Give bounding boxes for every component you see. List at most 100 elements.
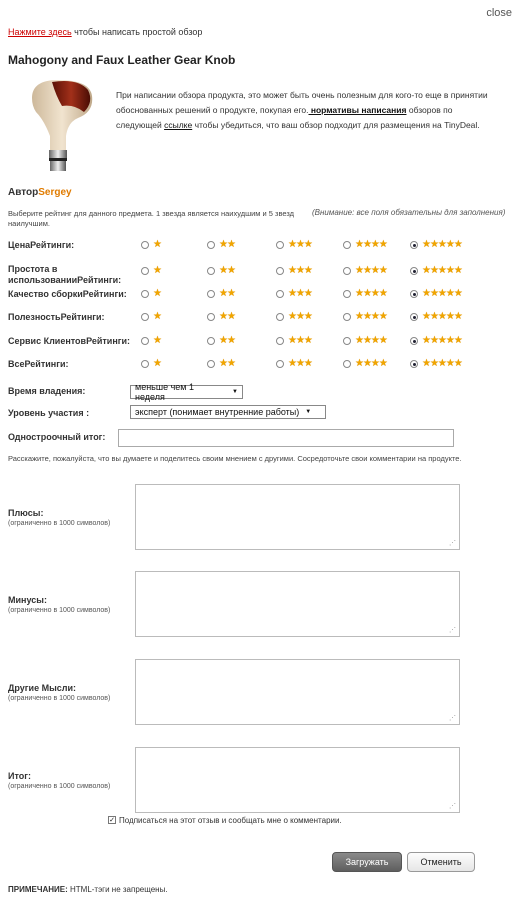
submit-button[interactable]: Загружать	[332, 852, 402, 872]
rating-radio[interactable]	[141, 241, 149, 249]
rating-option-5-star[interactable]: ★★★★★	[410, 287, 470, 301]
rating-radio[interactable]	[276, 267, 284, 275]
chevron-down-icon: ▼	[232, 389, 238, 395]
rating-radio[interactable]	[343, 267, 351, 275]
rating-option-5-star[interactable]: ★★★★★	[410, 310, 470, 324]
rating-option-1-star[interactable]: ★	[141, 310, 201, 324]
star-icon: ★	[153, 311, 162, 322]
comment-textarea[interactable]: ⋰	[135, 747, 460, 813]
rating-option-4-star[interactable]: ★★★★	[343, 264, 403, 278]
rating-option-1-star[interactable]: ★	[141, 287, 201, 301]
write-simple-review-link[interactable]: Нажмите здесь	[8, 27, 72, 37]
rating-option-4-star[interactable]: ★★★★	[343, 357, 403, 371]
star-icon: ★	[153, 239, 162, 250]
rating-option-1-star[interactable]: ★	[141, 264, 201, 278]
rating-option-5-star[interactable]: ★★★★★	[410, 238, 470, 252]
rating-radio[interactable]	[410, 290, 418, 298]
resize-grip-icon[interactable]: ⋰	[449, 802, 456, 810]
rating-radio[interactable]	[276, 241, 284, 249]
rating-radio[interactable]	[343, 290, 351, 298]
rating-radio[interactable]	[207, 313, 215, 321]
rating-option-5-star[interactable]: ★★★★★	[410, 264, 470, 278]
rating-option-3-star[interactable]: ★★★	[276, 357, 336, 371]
rating-radio[interactable]	[207, 337, 215, 345]
rating-radio[interactable]	[410, 360, 418, 368]
ownership-value: меньше чем 1 неделя	[135, 382, 194, 402]
resize-grip-icon[interactable]: ⋰	[449, 626, 456, 634]
rating-option-3-star[interactable]: ★★★	[276, 264, 336, 278]
rating-option-4-star[interactable]: ★★★★	[343, 334, 403, 348]
rating-radio[interactable]	[410, 313, 418, 321]
resize-grip-icon[interactable]: ⋰	[449, 714, 456, 722]
required-note: (Внимание: все поля обязательны для запо…	[312, 208, 506, 217]
char-limit-note: (ограниченно в 1000 символов)	[8, 520, 111, 527]
rating-radio[interactable]	[343, 337, 351, 345]
char-limit-note: (ограниченно в 1000 символов)	[8, 607, 111, 614]
rating-option-2-star[interactable]: ★★	[207, 287, 267, 301]
rating-option-5-star[interactable]: ★★★★★	[410, 334, 470, 348]
rating-option-4-star[interactable]: ★★★★	[343, 287, 403, 301]
rating-radio[interactable]	[141, 313, 149, 321]
star-icon: ★★★★★	[422, 358, 463, 369]
rating-option-2-star[interactable]: ★★	[207, 264, 267, 278]
resize-grip-icon[interactable]: ⋰	[449, 539, 456, 547]
rating-radio[interactable]	[343, 241, 351, 249]
subscribe-checkbox[interactable]: ✓	[108, 816, 116, 824]
rating-radio[interactable]	[207, 360, 215, 368]
comment-textarea[interactable]: ⋰	[135, 571, 460, 637]
guidelines-here-link[interactable]: ссылке	[164, 120, 192, 130]
rating-radio[interactable]	[141, 337, 149, 345]
oneline-summary-input[interactable]	[118, 429, 454, 447]
rating-radio[interactable]	[410, 241, 418, 249]
cancel-button[interactable]: Отменить	[407, 852, 475, 872]
star-icon: ★★★★	[355, 311, 388, 322]
star-icon: ★★★	[288, 288, 313, 299]
rating-radio[interactable]	[276, 360, 284, 368]
comment-label: Итог:	[8, 771, 32, 781]
rating-option-4-star[interactable]: ★★★★	[343, 310, 403, 324]
rating-option-1-star[interactable]: ★	[141, 357, 201, 371]
rating-option-3-star[interactable]: ★★★	[276, 310, 336, 324]
rating-radio[interactable]	[141, 267, 149, 275]
rating-radio[interactable]	[141, 290, 149, 298]
star-icon: ★★★★★	[422, 265, 463, 276]
close-link[interactable]: close	[486, 7, 512, 19]
chevron-down-icon: ▼	[305, 409, 312, 415]
ownership-select[interactable]: меньше чем 1 неделя ▼	[130, 382, 243, 402]
rating-option-2-star[interactable]: ★★	[207, 334, 267, 348]
rating-option-2-star[interactable]: ★★	[207, 238, 267, 252]
participation-select[interactable]: эксперт (понимает внутренние работы) ▼	[130, 405, 326, 419]
rating-option-1-star[interactable]: ★	[141, 238, 201, 252]
author-label: Автор	[8, 187, 39, 198]
rating-radio[interactable]	[207, 267, 215, 275]
comment-textarea[interactable]: ⋰	[135, 659, 460, 725]
star-icon: ★★	[219, 239, 236, 250]
rating-option-3-star[interactable]: ★★★	[276, 287, 336, 301]
star-icon: ★★★★★	[422, 239, 463, 250]
rating-radio[interactable]	[276, 337, 284, 345]
rating-radio[interactable]	[410, 267, 418, 275]
rating-radio[interactable]	[141, 360, 149, 368]
rating-radio[interactable]	[207, 290, 215, 298]
rating-option-3-star[interactable]: ★★★	[276, 334, 336, 348]
guidelines-link[interactable]: нормативы написания	[308, 105, 407, 115]
rating-option-1-star[interactable]: ★	[141, 334, 201, 348]
rating-option-4-star[interactable]: ★★★★	[343, 238, 403, 252]
rating-radio[interactable]	[410, 337, 418, 345]
rating-option-2-star[interactable]: ★★	[207, 357, 267, 371]
rating-radio[interactable]	[276, 313, 284, 321]
participation-label: Уровень участия :	[8, 408, 90, 418]
comment-label: Плюсы:	[8, 508, 44, 518]
rating-radio[interactable]	[207, 241, 215, 249]
star-icon: ★★	[219, 288, 236, 299]
star-icon: ★★★★	[355, 288, 388, 299]
rating-option-5-star[interactable]: ★★★★★	[410, 357, 470, 371]
star-icon: ★★★★	[355, 335, 388, 346]
rating-option-3-star[interactable]: ★★★	[276, 238, 336, 252]
rating-radio[interactable]	[343, 360, 351, 368]
rating-radio[interactable]	[343, 313, 351, 321]
rating-radio[interactable]	[276, 290, 284, 298]
comment-textarea[interactable]: ⋰	[135, 484, 460, 550]
rating-option-2-star[interactable]: ★★	[207, 310, 267, 324]
comment-instructions: Расскажите, пожалуйста, что вы думаете и…	[8, 454, 462, 463]
